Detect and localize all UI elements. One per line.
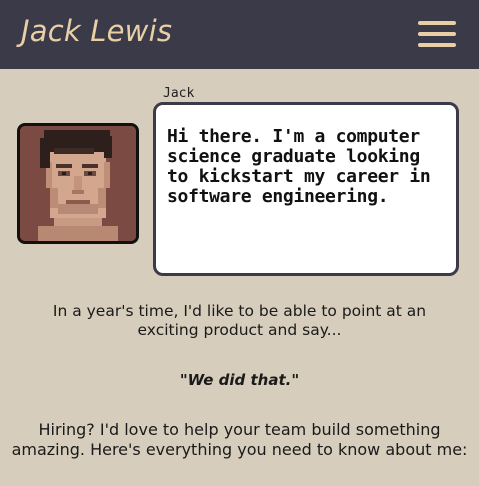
hiring-text: Hiring? I'd love to help your team build… [11,420,468,459]
menu-bar [418,21,456,25]
avatar [17,123,139,244]
speaker-name: Jack [163,86,195,101]
speech-bubble: Hi there. I'm a computer science graduat… [153,102,459,276]
pixel-art-portrait [20,126,136,241]
menu-bar [418,32,456,36]
menu-bar [418,43,456,47]
intro-text: In a year's time, I'd like to be able to… [52,302,427,339]
site-title[interactable]: Jack Lewis [21,14,172,48]
site-header: Jack Lewis [0,0,479,69]
speech-text: Hi there. I'm a computer science graduat… [167,126,431,207]
quote-text: "We did that." [179,371,300,389]
hamburger-menu-icon[interactable] [418,20,456,48]
